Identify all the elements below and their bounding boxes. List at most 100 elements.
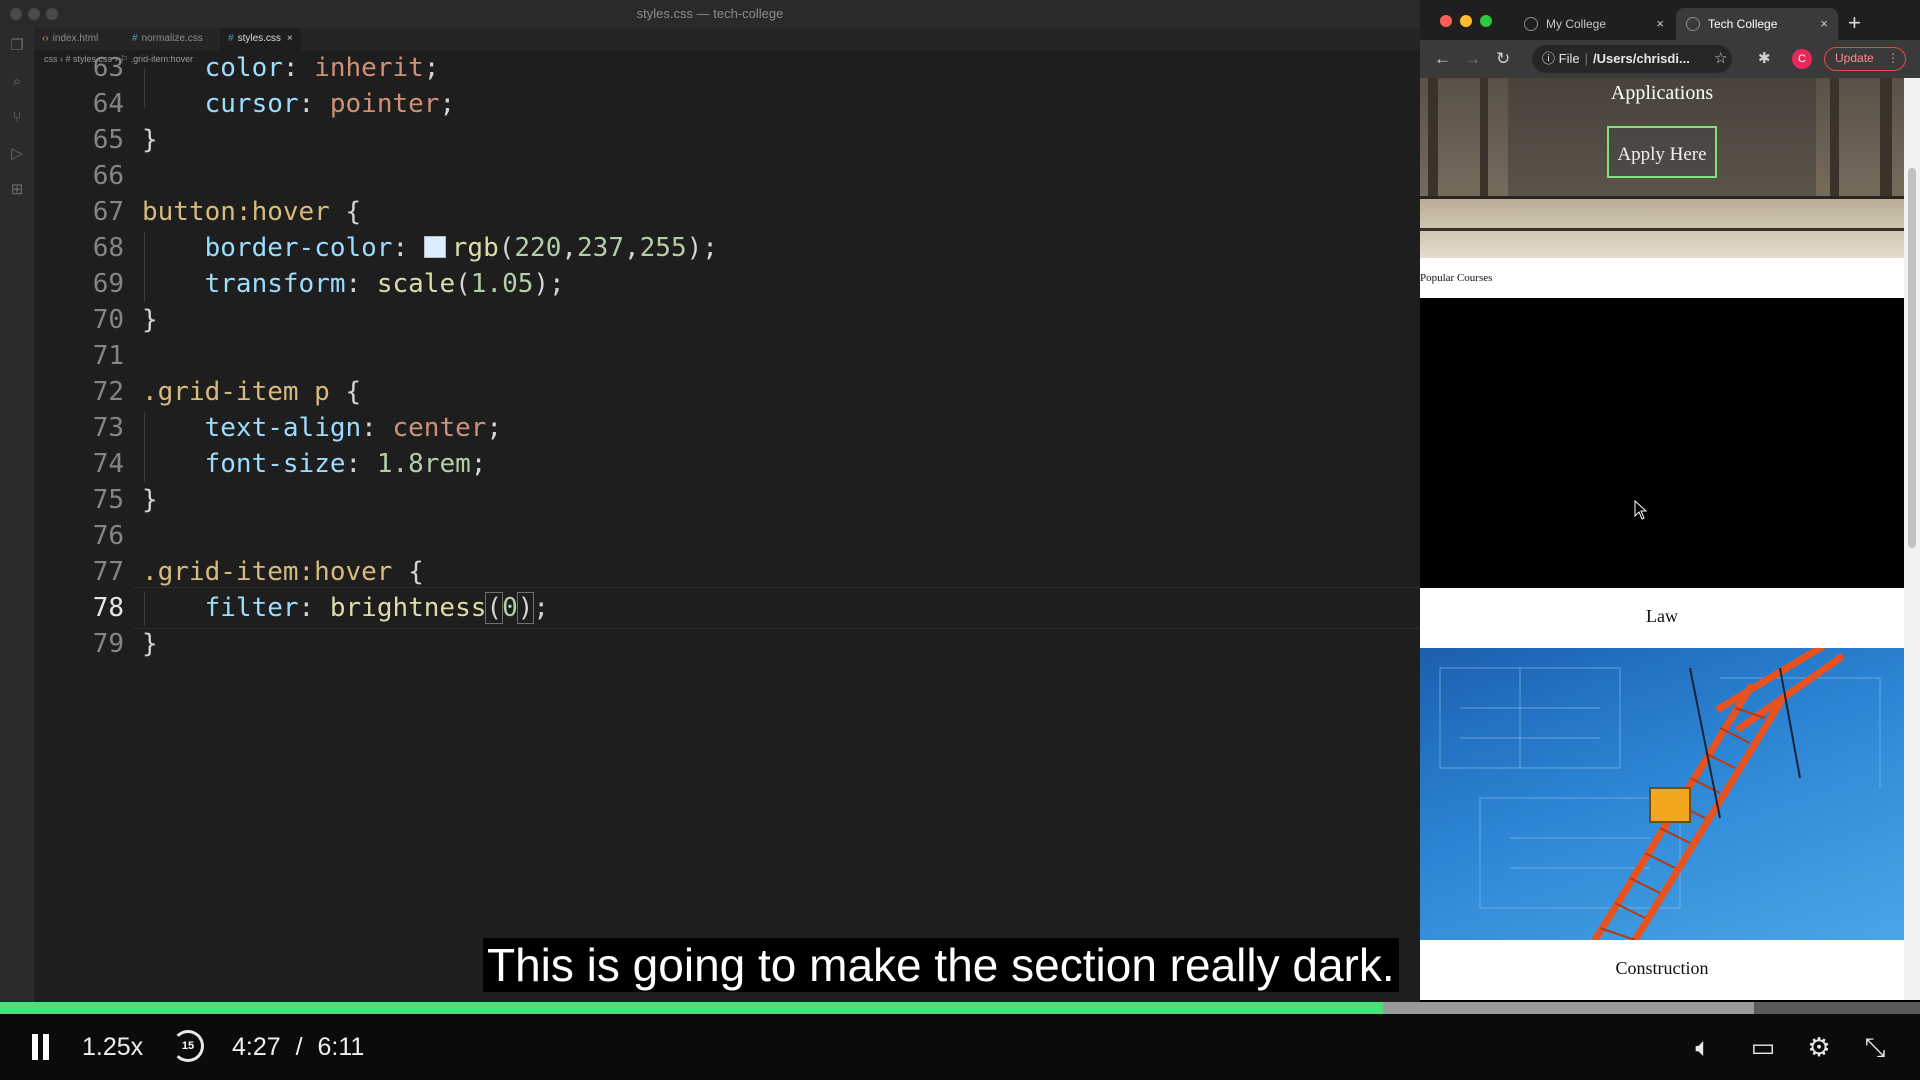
subtitle-caption: This is going to make the section really… <box>483 938 1399 992</box>
settings-gear-icon[interactable]: ⚙ <box>1804 1032 1834 1062</box>
info-icon[interactable]: ⓘ <box>1542 51 1555 66</box>
line-number: 63 <box>92 53 124 83</box>
pause-icon <box>32 1034 38 1060</box>
tab-label: Tech College <box>1708 17 1778 31</box>
playback-speed-button[interactable]: 1.25x <box>82 1032 143 1062</box>
line-number: 74 <box>92 449 124 479</box>
update-label: Update <box>1835 51 1874 65</box>
tab-label: normalize.css <box>141 33 203 44</box>
line-text: button:hover { <box>142 197 362 227</box>
editor-tab-bar: ‹› index.html # normalize.css # styles.css × <box>34 28 1420 50</box>
back-arrow-icon[interactable]: ← <box>1434 49 1451 69</box>
line-number: 66 <box>92 161 124 191</box>
browser-window: My College × Tech College × + ← → ↻ ⓘ Fi… <box>1420 0 1920 1000</box>
code-line: 67 button:hover { <box>34 192 1420 232</box>
run-debug-icon[interactable]: ▷ <box>7 144 27 164</box>
exit-fullscreen-icon[interactable]: ⤡ <box>1860 1032 1890 1062</box>
color-swatch[interactable] <box>423 236 446 258</box>
address-bar[interactable]: ⓘ File |/Users/chrisdi... <box>1532 45 1732 73</box>
code-line: 64 cursor: pointer; <box>34 84 1420 124</box>
line-text: } <box>142 485 158 515</box>
tab-label: styles.css <box>237 33 281 44</box>
globe-icon <box>1524 17 1538 31</box>
line-number: 70 <box>92 305 124 335</box>
tab-label: My College <box>1546 17 1607 31</box>
zoom-window-button[interactable] <box>1480 15 1492 27</box>
line-number: 64 <box>92 89 124 119</box>
line-number: 75 <box>92 485 124 515</box>
browser-tab-tech-college[interactable]: Tech College × <box>1676 8 1838 40</box>
section-title: Popular Courses <box>1420 272 1493 284</box>
editor-titlebar: styles.css — tech-college <box>0 0 1420 28</box>
line-number: 77 <box>92 557 124 587</box>
new-tab-button[interactable]: + <box>1848 9 1861 37</box>
code-line: 65 } <box>34 120 1420 160</box>
code-line: 69 transform: scale(1.05); <box>34 264 1420 304</box>
search-icon[interactable]: ⌕ <box>7 72 27 92</box>
line-text: } <box>142 125 158 155</box>
code-line: 70 } <box>34 300 1420 340</box>
captions-icon[interactable]: ▭ <box>1748 1032 1778 1062</box>
forward-arrow-icon[interactable]: → <box>1464 49 1481 69</box>
apply-here-button[interactable]: Apply Here <box>1607 126 1717 178</box>
html-icon: ‹› <box>42 33 49 44</box>
page-viewport[interactable]: Applications Apply Here Popular Courses … <box>1420 78 1904 1000</box>
tab-index-html[interactable]: ‹› index.html <box>34 28 106 50</box>
hero-image: Applications Apply Here <box>1420 78 1904 258</box>
line-number: 65 <box>92 125 124 155</box>
line-text: filter: brightness(0); <box>204 592 550 624</box>
line-number: 73 <box>92 413 124 443</box>
course-card-image-construction[interactable] <box>1420 648 1904 940</box>
volume-icon[interactable]: 🔈︎ <box>1688 1032 1718 1062</box>
scrollbar-thumb[interactable] <box>1908 168 1916 548</box>
line-number: 67 <box>92 197 124 227</box>
time-display: 4:27 / 6:11 <box>232 1032 364 1062</box>
window-title: styles.css — tech-college <box>636 6 784 21</box>
code-line: 76 <box>34 516 1420 556</box>
tab-styles-css[interactable]: # styles.css × <box>220 28 301 50</box>
close-window-button[interactable] <box>1440 15 1452 27</box>
rewind-15-button[interactable]: 15 <box>172 1030 204 1062</box>
reload-icon[interactable]: ↻ <box>1496 49 1510 69</box>
tab-normalize-css[interactable]: # normalize.css <box>124 28 211 50</box>
line-text: border-color: rgb(220,237,255); <box>204 233 718 263</box>
bookmark-star-icon[interactable]: ☆ <box>1714 49 1727 67</box>
close-tab-icon[interactable]: × <box>1656 8 1664 40</box>
course-card-image-law[interactable] <box>1420 298 1904 588</box>
profile-avatar[interactable]: C <box>1792 49 1812 69</box>
extensions-icon[interactable]: ⊞ <box>7 180 27 200</box>
total-time: 6:11 <box>317 1033 365 1061</box>
page-scrollbar[interactable] <box>1904 78 1920 1000</box>
line-text: font-size: 1.8rem; <box>204 449 487 479</box>
course-label-construction: Construction <box>1615 958 1709 978</box>
code-line: 68 border-color: rgb(220,237,255); <box>34 228 1420 268</box>
source-control-icon[interactable]: ⑂ <box>7 108 27 128</box>
activity-bar: ❐ ⌕ ⑂ ▷ ⊞ <box>0 28 34 1080</box>
explorer-icon[interactable]: ❐ <box>7 36 27 56</box>
minimize-window-button[interactable] <box>1460 15 1472 27</box>
code-line: 66 <box>34 156 1420 196</box>
line-text: transform: scale(1.05); <box>204 269 565 299</box>
code-line: 75 } <box>34 480 1420 520</box>
mouse-cursor-icon <box>1634 500 1648 520</box>
code-line: 74 font-size: 1.8rem; <box>34 444 1420 484</box>
progress-bar[interactable] <box>0 1002 1920 1014</box>
line-text: .grid-item p { <box>142 377 362 407</box>
code-area[interactable]: 63 color: inherit; 64 cursor: pointer; 6… <box>34 53 1420 998</box>
css-icon: # <box>132 33 138 44</box>
close-tab-icon[interactable]: × <box>287 33 293 44</box>
tab-label: index.html <box>52 33 99 44</box>
code-editor: styles.css — tech-college ❐ ⌕ ⑂ ▷ ⊞ ‹› in… <box>0 0 1420 1080</box>
line-text: text-align: center; <box>204 413 503 443</box>
browser-tab-my-college[interactable]: My College × <box>1514 8 1674 40</box>
update-button[interactable]: Update ⋮ <box>1824 47 1906 71</box>
progress-played <box>0 1002 1383 1014</box>
more-menu-icon[interactable]: ⋮ <box>1887 48 1899 69</box>
line-text: } <box>142 305 158 335</box>
line-number: 72 <box>92 377 124 407</box>
pause-button[interactable] <box>32 1034 50 1060</box>
close-tab-icon[interactable]: × <box>1820 8 1828 40</box>
extensions-puzzle-icon[interactable]: ✱ <box>1758 49 1771 67</box>
line-number: 76 <box>92 521 124 551</box>
line-number: 71 <box>92 341 124 371</box>
